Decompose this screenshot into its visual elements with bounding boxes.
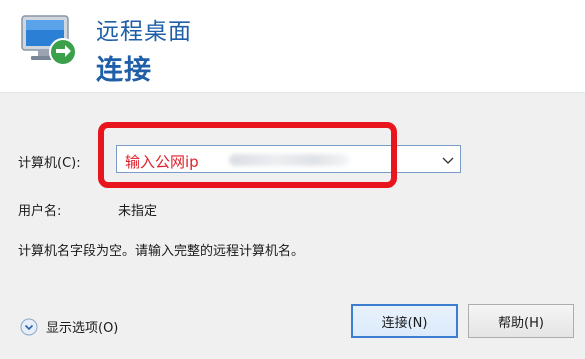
show-options-toggle[interactable]: 显示选项(O): [20, 317, 118, 336]
chevron-down-icon[interactable]: [440, 152, 456, 168]
show-options-label[interactable]: 显示选项(O): [46, 317, 118, 336]
window-title: 远程桌面: [96, 19, 192, 45]
expand-options-icon[interactable]: [20, 318, 38, 336]
status-message: 计算机名字段为空。请输入完整的远程计算机名。: [18, 244, 305, 259]
annotation-highlight-box: [98, 122, 397, 188]
remote-desktop-icon: [21, 15, 77, 66]
page-title: 连接: [96, 55, 152, 86]
username-label: 用户名:: [18, 204, 62, 219]
connect-button[interactable]: 连接(N): [351, 304, 458, 338]
computer-label: 计算机(C):: [18, 156, 81, 171]
help-button[interactable]: 帮助(H): [468, 304, 574, 338]
username-value: 未指定: [118, 204, 158, 219]
header: 远程桌面 连接: [0, 0, 585, 92]
